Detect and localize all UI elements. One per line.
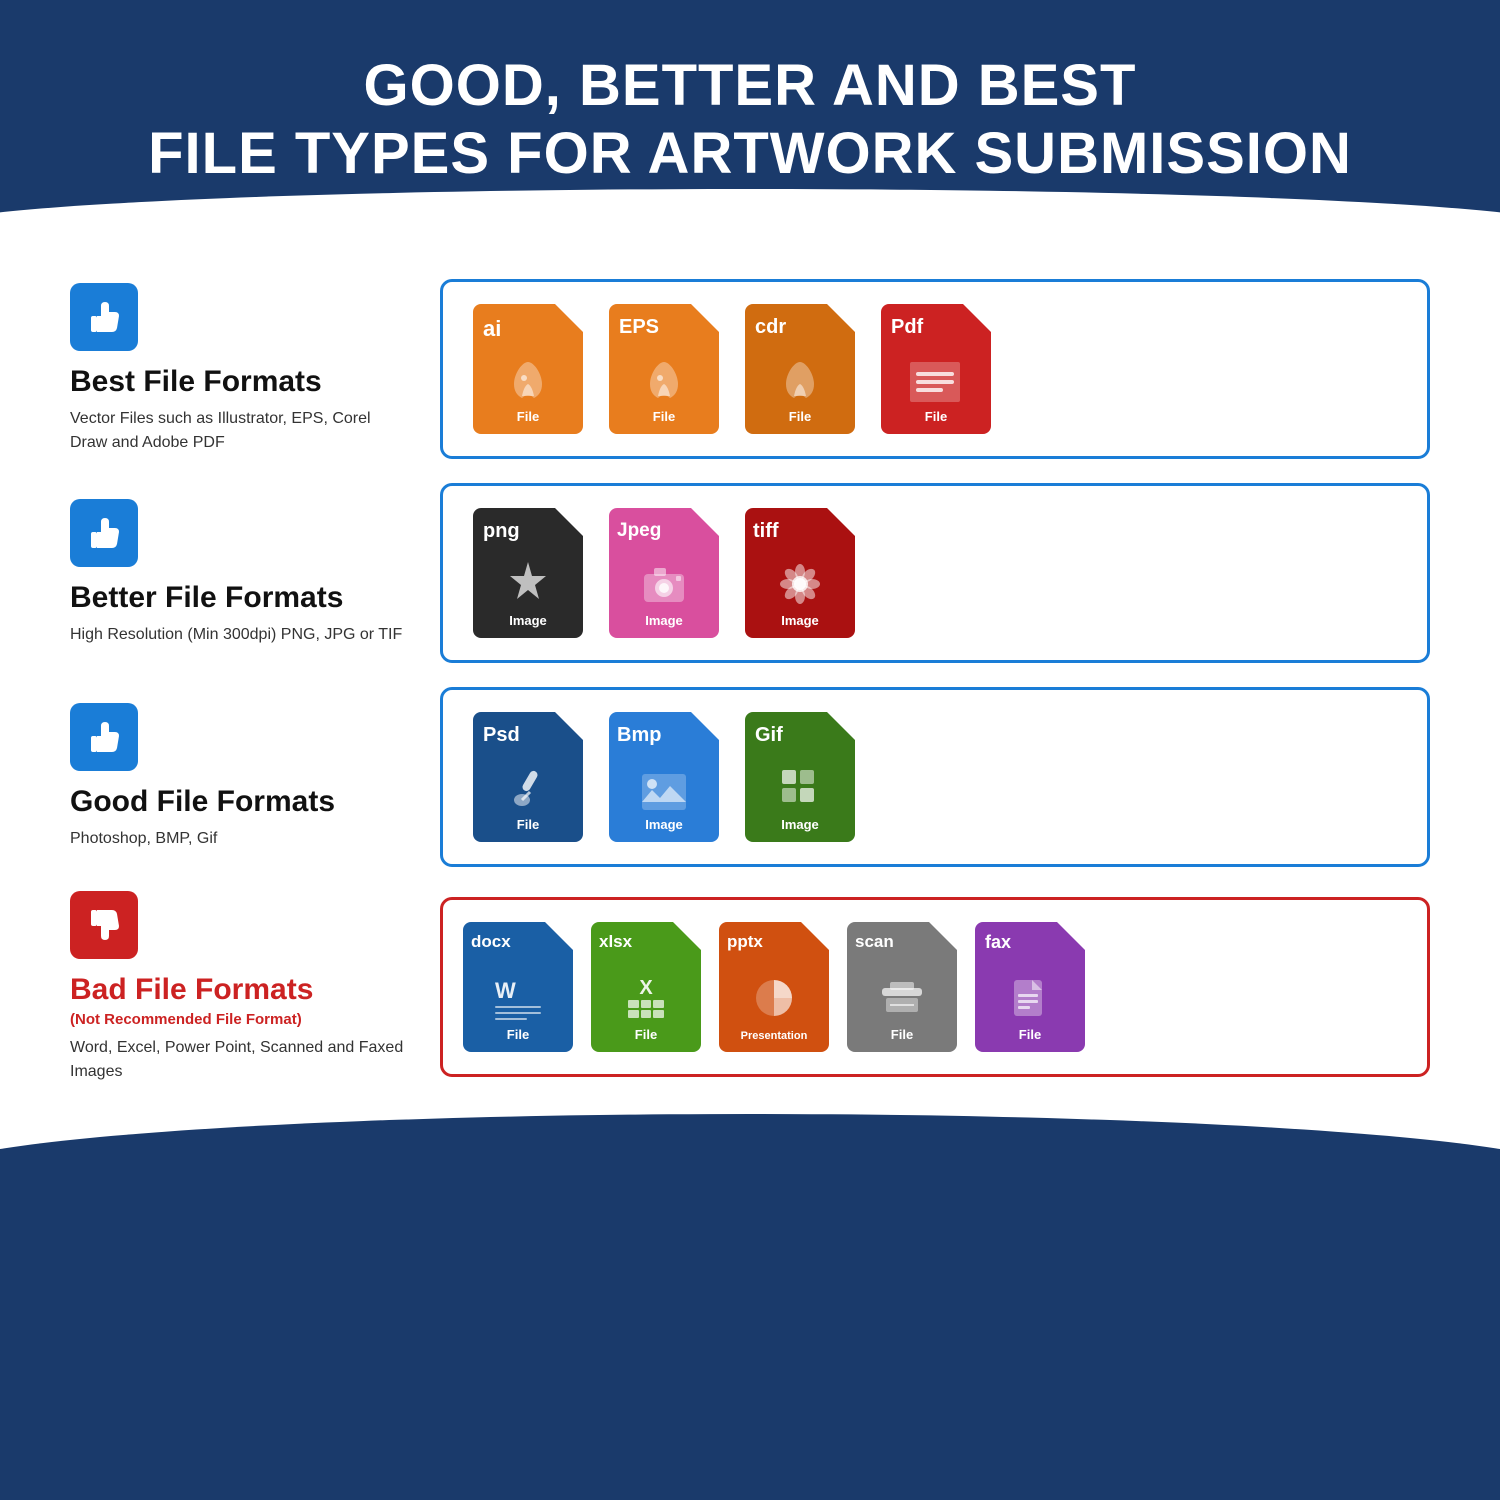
file-jpeg: Jpeg Image: [609, 508, 719, 638]
file-eps: EPS File: [609, 304, 719, 434]
bad-left: Bad File Formats (Not Recommended File F…: [70, 891, 440, 1084]
file-docx: docx W File: [463, 922, 573, 1052]
bad-title: Bad File Formats: [70, 973, 313, 1007]
best-left: Best File Formats Vector Files such as I…: [70, 283, 440, 455]
file-bmp: Bmp Image: [609, 712, 719, 842]
file-psd: Psd File: [473, 712, 583, 842]
file-fax: fax File: [975, 922, 1085, 1052]
best-title: Best File Formats: [70, 365, 322, 399]
good-files: Psd File Bmp: [440, 687, 1430, 867]
file-gif: Gif Image: [745, 712, 855, 842]
header: GOOD, BETTER AND BEST FILE TYPES FOR ART…: [0, 0, 1500, 189]
best-files: ai File EPS: [440, 279, 1430, 459]
file-ai: ai File: [473, 304, 583, 434]
better-files: png Image Jpeg: [440, 483, 1430, 663]
thumbs-down-icon-bad: [70, 891, 138, 959]
better-desc: High Resolution (Min 300dpi) PNG, JPG or…: [70, 623, 402, 647]
file-pptx: pptx Presentation: [719, 922, 829, 1052]
file-xlsx: xlsx X: [591, 922, 701, 1052]
good-left: Good File Formats Photoshop, BMP, Gif: [70, 703, 440, 851]
file-scan: scan File: [847, 922, 957, 1052]
thumbs-up-icon-good: [70, 703, 138, 771]
best-row: Best File Formats Vector Files such as I…: [70, 279, 1430, 459]
file-png: png Image: [473, 508, 583, 638]
bad-row: Bad File Formats (Not Recommended File F…: [70, 891, 1430, 1084]
bad-files: docx W File xlsx: [440, 897, 1430, 1077]
file-tiff: tiff: [745, 508, 855, 638]
thumbs-up-icon-best: [70, 283, 138, 351]
thumbs-up-icon-better: [70, 499, 138, 567]
file-pdf: Pdf File: [881, 304, 991, 434]
better-title: Better File Formats: [70, 581, 343, 615]
better-row: Better File Formats High Resolution (Min…: [70, 483, 1430, 663]
bad-desc: Word, Excel, Power Point, Scanned and Fa…: [70, 1036, 410, 1084]
good-title: Good File Formats: [70, 785, 335, 819]
header-title: GOOD, BETTER AND BEST FILE TYPES FOR ART…: [80, 52, 1420, 189]
good-row: Good File Formats Photoshop, BMP, Gif Ps…: [70, 687, 1430, 867]
file-cdr: cdr File: [745, 304, 855, 434]
bad-subtitle: (Not Recommended File Format): [70, 1011, 302, 1028]
good-desc: Photoshop, BMP, Gif: [70, 827, 217, 851]
content-area: Best File Formats Vector Files such as I…: [0, 269, 1500, 1114]
better-left: Better File Formats High Resolution (Min…: [70, 499, 440, 647]
best-desc: Vector Files such as Illustrator, EPS, C…: [70, 407, 410, 455]
